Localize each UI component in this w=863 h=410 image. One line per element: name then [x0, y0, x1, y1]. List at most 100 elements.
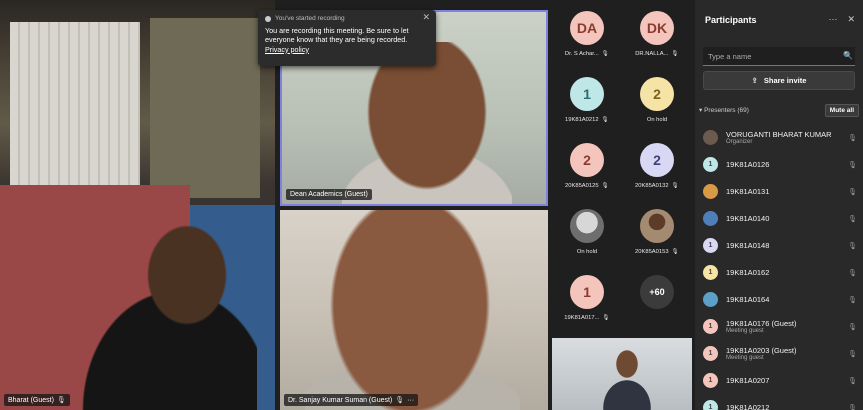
avatar: 1	[703, 400, 718, 410]
avatar: 1	[703, 157, 718, 172]
gallery-tile[interactable]: DA Dr. S Achar... 🎙	[552, 0, 622, 68]
more-options-icon[interactable]: ···	[407, 397, 414, 404]
mute-all-button[interactable]: Mute all	[824, 103, 859, 117]
mic-muted-icon: 🎙	[848, 135, 857, 142]
gallery-tile-label: On hold	[646, 117, 668, 123]
avatar	[703, 292, 718, 307]
mic-muted-icon: 🎙	[848, 216, 857, 223]
participants-panel: Participants ··· ✕ Type a name 🔍 ⇪ Share…	[695, 0, 863, 410]
gallery-tile[interactable]: DK DR.NALLA... 🎙	[622, 0, 692, 68]
participant-name: 19K81A0162	[726, 268, 770, 277]
participant-row[interactable]: 19K81A0140 🎙	[703, 205, 859, 232]
recording-notification: You've started recording You are recordi…	[258, 10, 436, 66]
gallery-tile-label: 19K81A017... 🎙	[564, 315, 610, 321]
share-invite-label: Share invite	[763, 76, 807, 85]
name-tag: Bharat (Guest) 🎙	[4, 394, 70, 406]
mic-muted-icon: 🎙	[395, 397, 405, 404]
name-tag-label: Dr. Sanjay Kumar Suman (Guest)	[288, 396, 393, 404]
mic-muted-icon: 🎙	[848, 324, 857, 331]
avatar: 2	[640, 77, 674, 111]
mic-muted-icon: 🎙	[601, 183, 609, 189]
search-input[interactable]: Type a name	[703, 47, 855, 66]
gallery-tile-label: DR.NALLA... 🎙	[635, 51, 679, 57]
mic-muted-icon: 🎙	[848, 243, 857, 250]
participant-row[interactable]: 1 19K81A0212 🎙	[703, 394, 859, 410]
self-video-preview[interactable]	[552, 338, 692, 410]
gallery-tile[interactable]: +60	[622, 264, 692, 332]
mic-muted-icon: 🎙	[848, 189, 857, 196]
gallery-tile[interactable]: 2 20K85A0125 🎙	[552, 132, 622, 200]
mic-muted-icon: 🎙	[601, 51, 610, 57]
share-icon: ⇪	[751, 76, 758, 85]
avatar: 1	[703, 346, 718, 361]
participant-row[interactable]: 1 19K81A0203 (Guest) Meeting guest 🎙	[703, 340, 859, 367]
gallery-tile[interactable]: 1 19K81A0212 🎙	[552, 66, 622, 134]
participant-name: 19K81A0126	[726, 160, 770, 169]
avatar: DA	[570, 11, 604, 45]
participant-name: 19K81A0148	[726, 241, 770, 250]
presenters-section-header[interactable]: ▾ Presenters (69) Mute all	[699, 103, 859, 117]
presenters-label: ▾ Presenters (69)	[699, 107, 749, 114]
gallery-tile-label: 20K85A0153 🎙	[635, 249, 679, 255]
avatar: DK	[640, 11, 674, 45]
privacy-policy-link[interactable]: Privacy policy	[265, 45, 429, 55]
participant-name: VORUGANTI BHARAT KUMAR	[726, 130, 832, 139]
participant-row[interactable]: 19K81A0164 🎙	[703, 286, 859, 313]
mic-muted-icon: 🎙	[848, 378, 857, 385]
avatar: 1	[703, 265, 718, 280]
participant-name: 19K81A0176 (Guest)	[726, 319, 797, 328]
participant-row[interactable]: 1 19K81A0207 🎙	[703, 367, 859, 394]
gallery-tile-label: 20K85A0132 🎙	[635, 183, 679, 189]
mic-muted-icon: 🎙	[848, 162, 857, 169]
participant-role: Meeting guest	[726, 355, 764, 361]
gallery-tile[interactable]: 2 20K85A0132 🎙	[622, 132, 692, 200]
close-icon[interactable]: ✕	[847, 14, 855, 25]
participant-name: 19K81A0212	[726, 403, 770, 410]
participant-row[interactable]: 19K81A0131 🎙	[703, 178, 859, 205]
avatar: 1	[703, 373, 718, 388]
participant-role: Meeting guest	[726, 328, 764, 334]
close-icon[interactable]: ✕	[422, 12, 430, 23]
avatar: 2	[640, 143, 674, 177]
participant-row[interactable]: VORUGANTI BHARAT KUMAR Organizer 🎙	[703, 124, 859, 151]
name-tag-label: Dean Academics (Guest)	[290, 191, 368, 198]
avatar	[703, 130, 718, 145]
participant-list: VORUGANTI BHARAT KUMAR Organizer 🎙 1 19K81A0…	[703, 124, 859, 410]
participant-name: 19K81A0203 (Guest)	[726, 346, 797, 355]
avatar: 1	[570, 275, 604, 309]
gallery-tile-label: 20K85A0125 🎙	[565, 183, 609, 189]
gallery-tile[interactable]: 2 On hold	[622, 66, 692, 134]
gallery-tile[interactable]: 1 19K81A017... 🎙	[552, 264, 622, 332]
background-door	[150, 18, 260, 198]
name-tag-label: Bharat (Guest)	[8, 396, 54, 404]
participant-video-feed	[342, 42, 512, 204]
participant-row[interactable]: 1 19K81A0126 🎙	[703, 151, 859, 178]
mic-muted-icon: 🎙	[56, 397, 66, 404]
avatar: 1	[703, 319, 718, 334]
notification-message: You are recording this meeting. Be sure …	[265, 25, 409, 45]
notification-header: You've started recording	[265, 14, 429, 24]
participant-role: Organizer	[726, 139, 753, 145]
notification-title: You've started recording	[275, 15, 345, 22]
participant-row[interactable]: 1 19K81A0162 🎙	[703, 259, 859, 286]
mic-muted-icon: 🎙	[848, 351, 857, 358]
name-tag: Dr. Sanjay Kumar Suman (Guest) 🎙 ···	[284, 394, 419, 406]
avatar	[640, 209, 674, 243]
participant-row[interactable]: 1 19K81A0148 🎙	[703, 232, 859, 259]
participant-name: 19K81A0207	[726, 376, 770, 385]
video-tile-bharat[interactable]: Bharat (Guest) 🎙	[0, 0, 275, 410]
participant-gallery: DA Dr. S Achar... 🎙 DK DR.NALLA... 🎙 1 19K81A02…	[552, 0, 692, 338]
gallery-tile[interactable]: On hold	[552, 198, 622, 266]
avatar: 1	[570, 77, 604, 111]
gallery-tile-label: 19K81A0212 🎙	[565, 117, 609, 123]
share-invite-button[interactable]: ⇪ Share invite	[703, 71, 855, 90]
gallery-tile[interactable]: 20K85A0153 🎙	[622, 198, 692, 266]
participant-video-feed	[602, 346, 652, 410]
participant-name: 19K81A0164	[726, 295, 770, 304]
mic-muted-icon: 🎙	[848, 270, 857, 277]
video-tile-sanjay[interactable]: Dr. Sanjay Kumar Suman (Guest) 🎙 ···	[280, 210, 548, 410]
mic-muted-icon: 🎙	[671, 51, 679, 57]
more-options-icon[interactable]: ···	[828, 14, 837, 25]
participant-row[interactable]: 1 19K81A0176 (Guest) Meeting guest 🎙	[703, 313, 859, 340]
search-icon[interactable]: 🔍	[843, 51, 859, 60]
